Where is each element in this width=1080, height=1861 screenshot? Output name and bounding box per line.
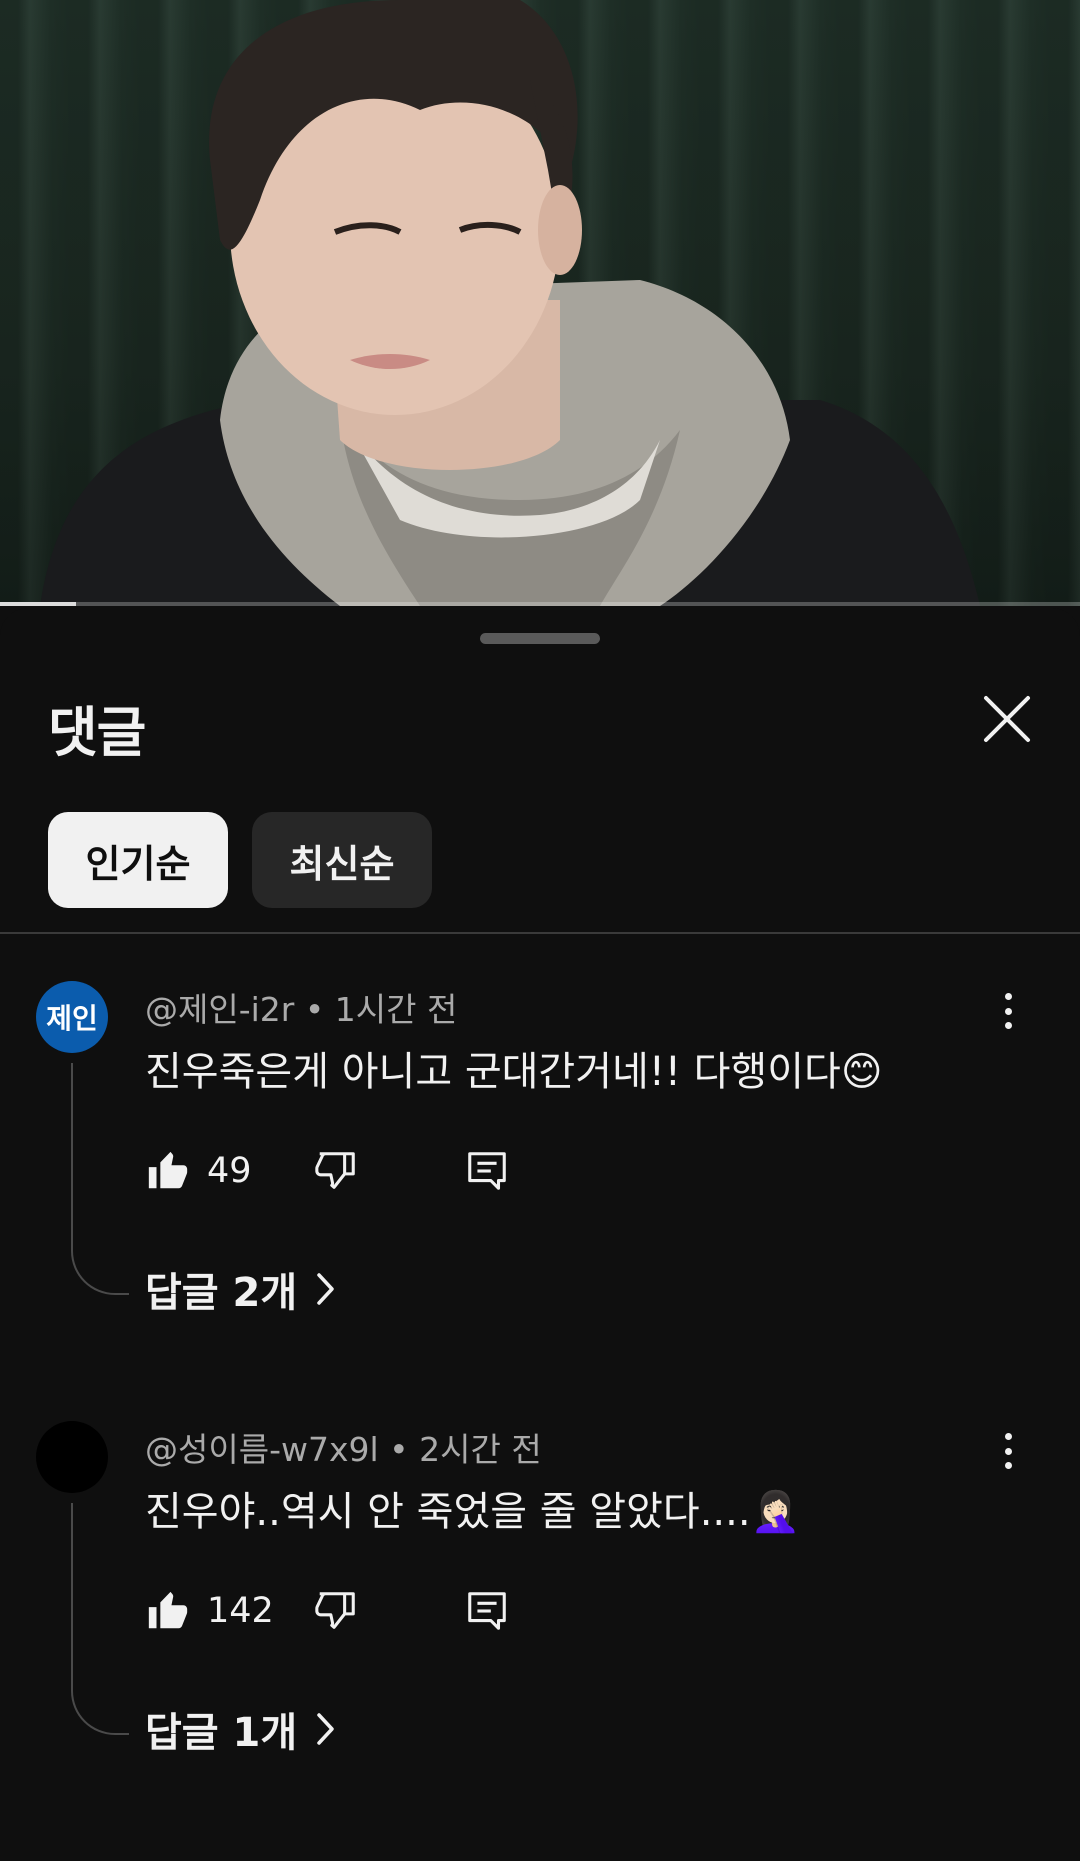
view-replies-link[interactable]: 답글 2개	[145, 1261, 337, 1317]
more-vert-icon	[1004, 993, 1012, 1000]
divider	[0, 932, 1080, 934]
chevron-right-icon	[317, 1273, 334, 1305]
drag-handle[interactable]	[480, 633, 600, 644]
video-progress-bar[interactable]	[0, 602, 1080, 606]
comment-item: 제인 @제인-i2r • 1시간 전 진우죽은게 아니고 군대간거네!! 다행이…	[0, 981, 1080, 1421]
comment-meta: @성이름-w7x9l • 2시간 전	[145, 1430, 542, 1469]
video-player[interactable]	[0, 0, 1080, 606]
chevron-right-icon	[317, 1713, 334, 1745]
view-replies-link[interactable]: 답글 1개	[145, 1701, 337, 1757]
comment-text: 진우야..역시 안 죽었을 줄 알았다....🤦🏻‍♀️	[145, 1489, 801, 1535]
comment-reply-icon	[468, 1152, 506, 1190]
more-options-button[interactable]	[994, 987, 1022, 1035]
thumbs-up-icon	[148, 1151, 188, 1189]
comment-meta: @제인-i2r • 1시간 전	[145, 990, 458, 1029]
sort-chip-newest[interactable]: 최신순	[252, 812, 432, 908]
dislike-button[interactable]	[313, 1583, 359, 1639]
like-button[interactable]: 49	[145, 1143, 252, 1199]
comments-sheet: 댓글 인기순 최신순 제인 @제인-i2r • 1시간 전 진우죽은게 아니고 …	[0, 608, 1080, 1824]
thread-line	[71, 1503, 129, 1735]
video-frame	[40, 0, 980, 606]
video-progress-fill	[0, 602, 76, 606]
replies-label: 답글 1개	[145, 1710, 298, 1756]
dislike-button[interactable]	[313, 1143, 359, 1199]
thumbs-down-icon	[315, 1592, 355, 1629]
comments-title: 댓글	[48, 701, 146, 764]
avatar[interactable]: 제인	[36, 981, 108, 1053]
thumbs-down-icon	[315, 1152, 355, 1189]
like-count: 49	[207, 1151, 252, 1191]
comment-text: 진우죽은게 아니고 군대간거네!! 다행이다😊	[145, 1049, 883, 1095]
like-button[interactable]: 142	[145, 1583, 274, 1639]
reply-button[interactable]	[464, 1583, 510, 1639]
comment-reply-icon	[468, 1592, 506, 1630]
thread-line	[71, 1063, 129, 1295]
thumbs-up-icon	[148, 1591, 188, 1629]
like-count: 142	[207, 1591, 274, 1631]
replies-label: 답글 2개	[145, 1270, 298, 1316]
comment-item: @성이름-w7x9l • 2시간 전 진우야..역시 안 죽었을 줄 알았다..…	[0, 1421, 1080, 1861]
more-options-button[interactable]	[994, 1427, 1022, 1475]
close-button[interactable]	[978, 690, 1036, 748]
sort-chip-top[interactable]: 인기순	[48, 812, 228, 908]
avatar[interactable]	[36, 1421, 108, 1493]
close-icon	[984, 696, 1030, 742]
reply-button[interactable]	[464, 1143, 510, 1199]
more-vert-icon	[1004, 1433, 1012, 1440]
